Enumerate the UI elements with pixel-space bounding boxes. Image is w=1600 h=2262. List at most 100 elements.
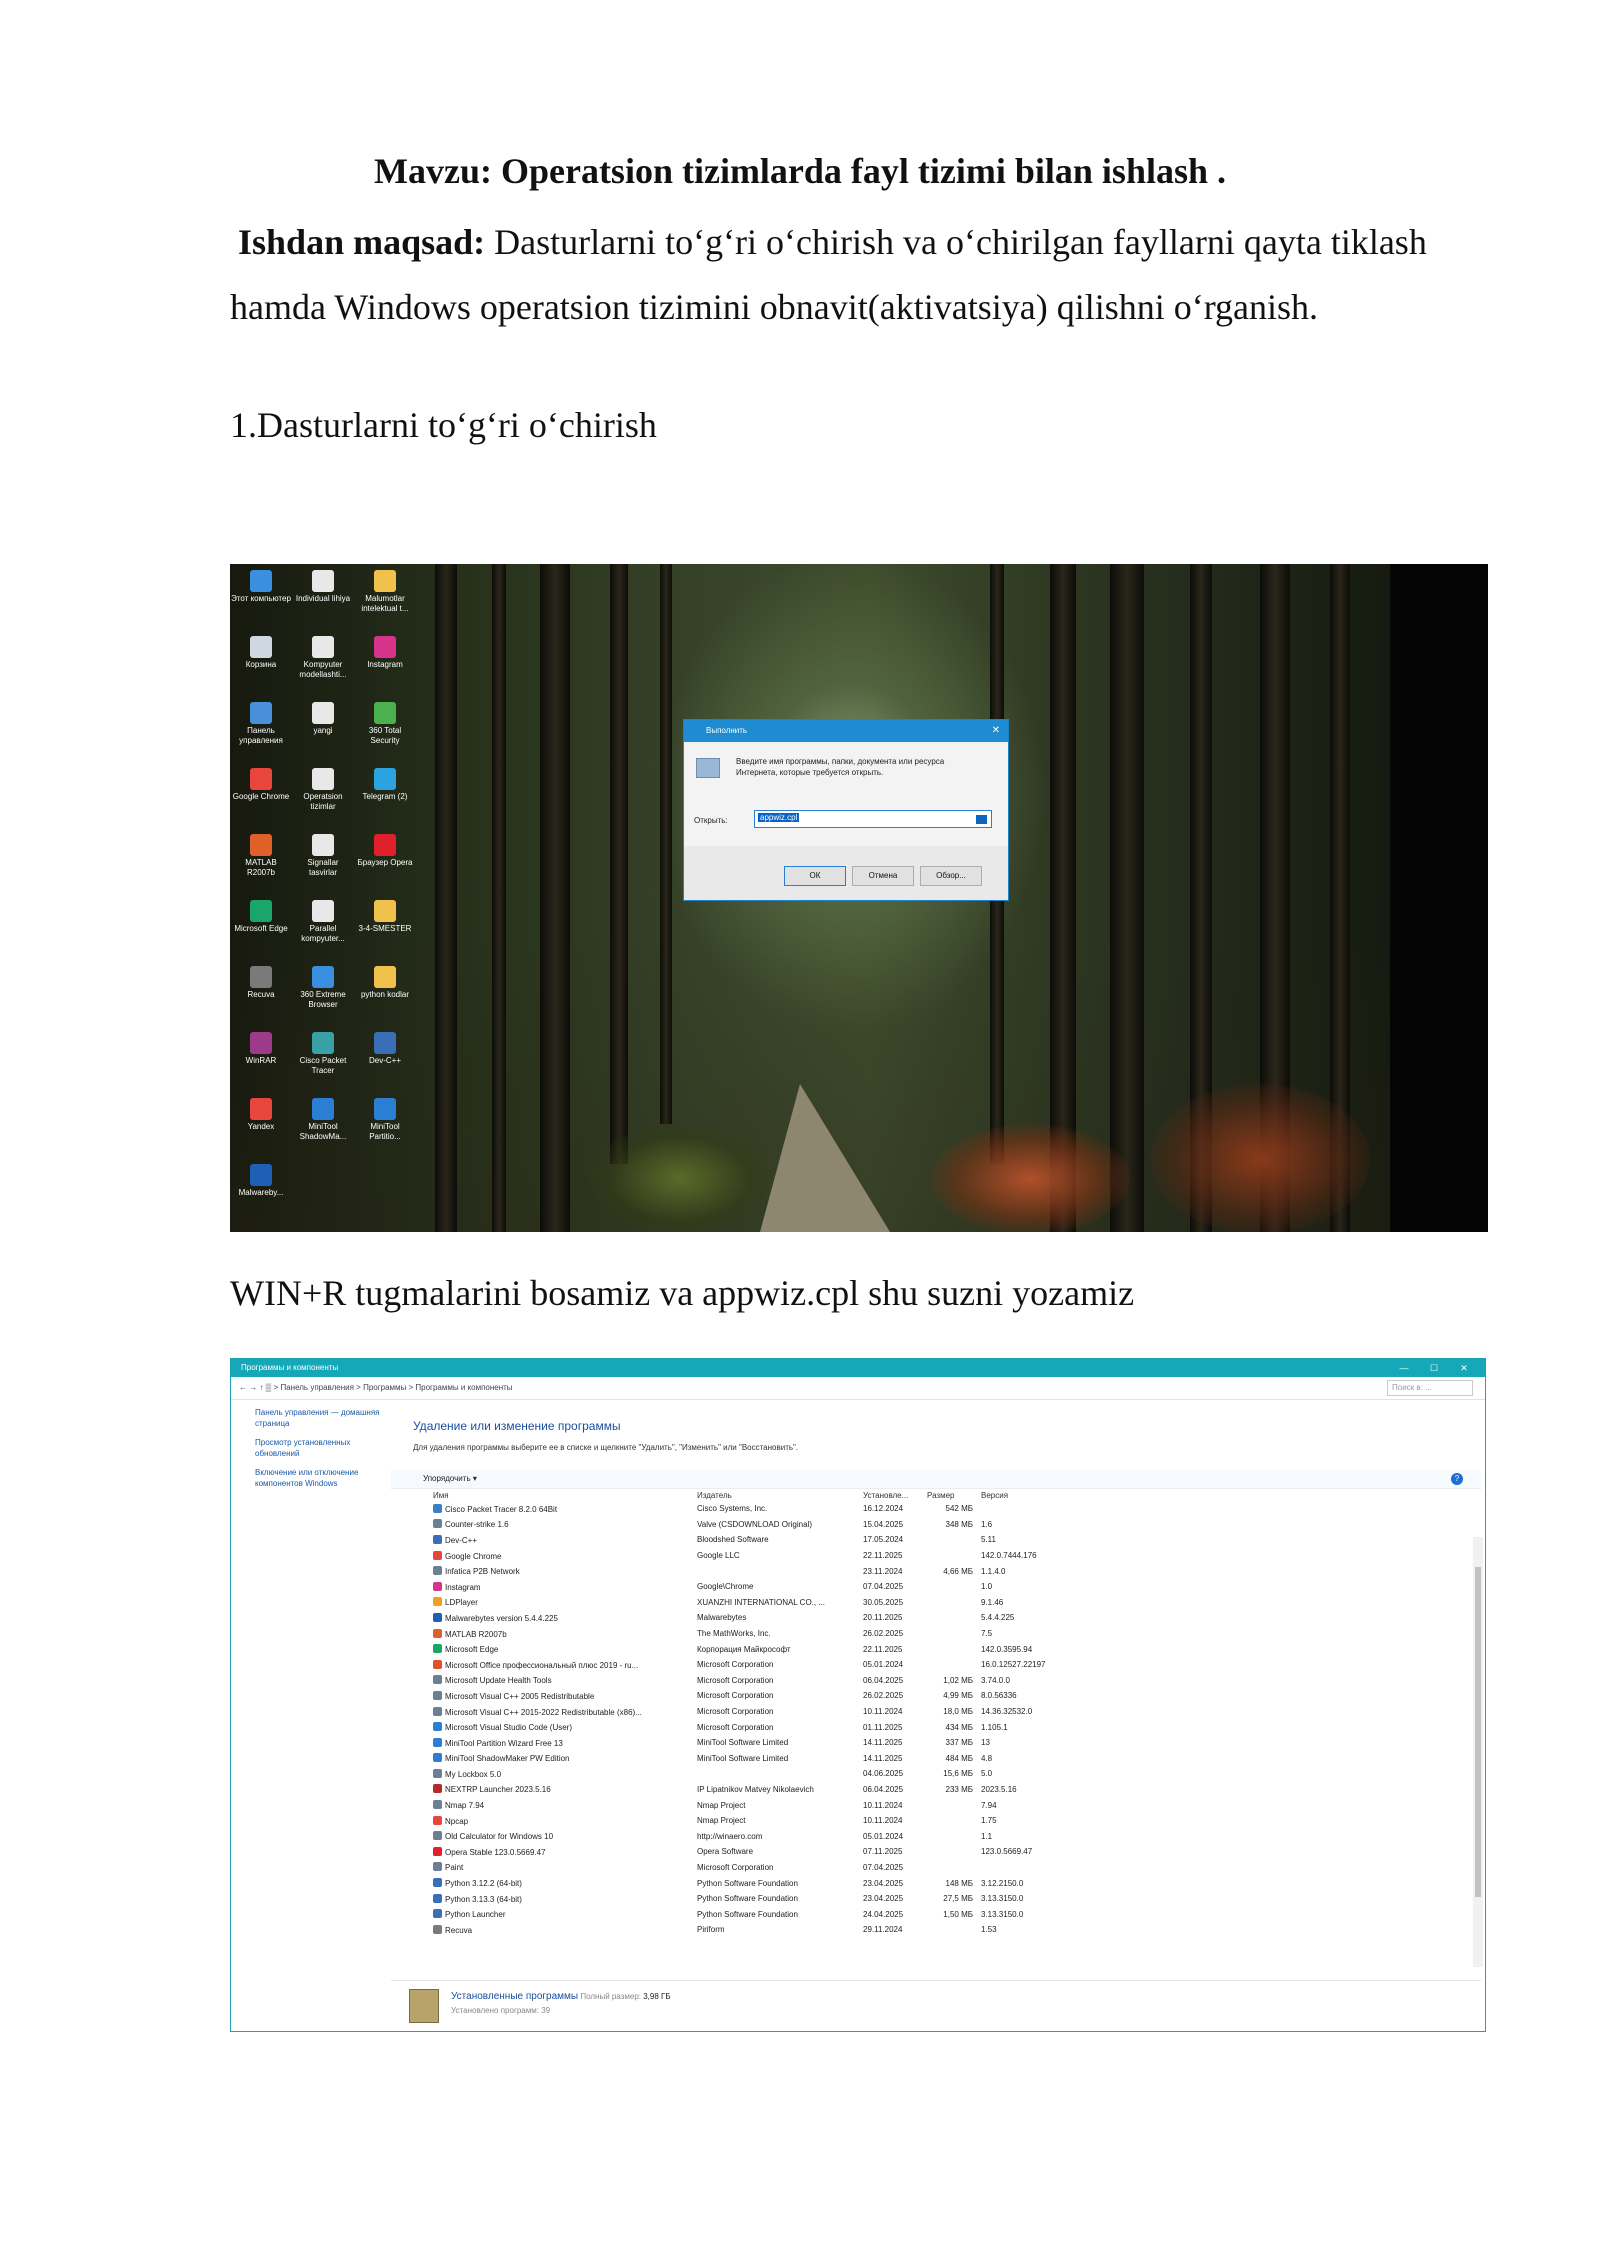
- desktop-icon[interactable]: Individual lihiya: [293, 570, 353, 604]
- table-row[interactable]: Cisco Packet Tracer 8.2.0 64Bit Cisco Sys…: [429, 1501, 1071, 1517]
- search-input[interactable]: Поиск в: ...: [1387, 1380, 1473, 1396]
- table-row[interactable]: NEXTRP Launcher 2023.5.16 IP Lipatnikov M…: [429, 1782, 1071, 1798]
- table-row[interactable]: MATLAB R2007b The MathWorks, Inc. 26.02.20…: [429, 1626, 1071, 1642]
- desktop-icon[interactable]: Telegram (2): [355, 768, 415, 802]
- column-size[interactable]: Размер: [923, 1489, 977, 1501]
- cell-name-text: Old Calculator for Windows 10: [445, 1832, 554, 1842]
- desktop-icon[interactable]: Recuva: [231, 966, 291, 1000]
- sidebar-item-features[interactable]: Включение или отключение компонентов Win…: [255, 1467, 391, 1489]
- desktop-icon[interactable]: 360 Total Security: [355, 702, 415, 746]
- desktop-icon[interactable]: Браузер Opera: [355, 834, 415, 868]
- table-row[interactable]: Nmap 7.94 Nmap Project 10.11.2024 7.94: [429, 1797, 1071, 1813]
- breadcrumb[interactable]: ← → ↑ ▒ > Панель управления > Программы …: [239, 1383, 513, 1392]
- desktop-icon[interactable]: Instagram: [355, 636, 415, 670]
- table-row[interactable]: Microsoft Visual Studio Code (User) Micro…: [429, 1719, 1071, 1735]
- desktop-icon[interactable]: 360 Extreme Browser: [293, 966, 353, 1010]
- table-row[interactable]: Instagram Google\Chrome 07.04.2025 1.0: [429, 1579, 1071, 1595]
- table-row[interactable]: Python 3.13.3 (64-bit) Python Software Fo…: [429, 1891, 1071, 1907]
- desktop-icon[interactable]: Этот компьютер: [231, 570, 291, 604]
- desktop-icon-label: Cisco Packet Tracer: [299, 1056, 347, 1075]
- address-bar[interactable]: ← → ↑ ▒ > Панель управления > Программы …: [231, 1377, 1485, 1400]
- table-row[interactable]: Microsoft Edge Корпорация Майкрософт 22.11…: [429, 1641, 1071, 1657]
- desktop-icon[interactable]: MiniTool ShadowMa...: [293, 1098, 353, 1142]
- desktop-icon[interactable]: Malumotlar intelektual t...: [355, 570, 415, 614]
- table-row[interactable]: Malwarebytes version 5.4.4.225 Malwarebyt…: [429, 1610, 1071, 1626]
- ok-button[interactable]: ОК: [784, 866, 846, 886]
- table-row[interactable]: LDPlayer XUANZHI INTERNATIONAL CO., ... 30…: [429, 1595, 1071, 1611]
- cell-name-text: Recuva: [445, 1925, 473, 1935]
- desktop-icon[interactable]: Malwareby...: [231, 1164, 291, 1198]
- cell-publisher-text: Microsoft Corporation: [697, 1660, 774, 1670]
- sidebar-item-home[interactable]: Панель управления — домашняя страница: [255, 1407, 391, 1429]
- window-controls: — ☐ ✕: [1389, 1359, 1479, 1377]
- desktop-icon[interactable]: WinRAR: [231, 1032, 291, 1066]
- cell-installed: 23.04.2025: [859, 1875, 923, 1891]
- cell-name: Infatica P2B Network: [429, 1563, 693, 1579]
- minimize-icon[interactable]: —: [1389, 1359, 1419, 1377]
- app-icon: [374, 900, 396, 922]
- table-row[interactable]: Google Chrome Google LLC 22.11.2025 142.0.7…: [429, 1548, 1071, 1564]
- run-input[interactable]: appwiz.cpl ⌄: [754, 810, 992, 828]
- table-row[interactable]: Opera Stable 123.0.5669.47 Opera Software…: [429, 1844, 1071, 1860]
- desktop-icon[interactable]: Корзина: [231, 636, 291, 670]
- column-version[interactable]: Версия: [977, 1489, 1071, 1501]
- table-row[interactable]: Paint Microsoft Corporation 07.04.2025: [429, 1860, 1071, 1876]
- cell-publisher: Python Software Foundation: [693, 1875, 859, 1891]
- scrollbar-thumb[interactable]: [1475, 1567, 1481, 1897]
- table-row[interactable]: Microsoft Office профессиональный плюс 2…: [429, 1657, 1071, 1673]
- table-row[interactable]: Python 3.12.2 (64-bit) Python Software Fo…: [429, 1875, 1071, 1891]
- table-row[interactable]: Old Calculator for Windows 10 http://wina…: [429, 1828, 1071, 1844]
- cell-size-text: 15,6 МБ: [943, 1769, 973, 1779]
- goal-paragraph: Ishdan maqsad: Dasturlarni to‘g‘ri o‘chi…: [238, 210, 1518, 274]
- cell-size: 27,5 МБ: [923, 1891, 977, 1907]
- sidebar-item-updates[interactable]: Просмотр установленных обновлений: [255, 1437, 391, 1459]
- table-row[interactable]: Counter-strike 1.6 Valve (CSDOWNLOAD Orig…: [429, 1517, 1071, 1533]
- chevron-down-icon[interactable]: ⌄: [976, 815, 987, 824]
- close-icon[interactable]: ✕: [1449, 1359, 1479, 1377]
- desktop-icon[interactable]: 3-4-SMESTER: [355, 900, 415, 934]
- table-row[interactable]: Dev-C++ Bloodshed Software 17.05.2024 5.11: [429, 1532, 1071, 1548]
- cell-version: 142.0.3595.94: [977, 1641, 1071, 1657]
- desktop-icon[interactable]: python kodlar: [355, 966, 415, 1000]
- desktop-icon[interactable]: MiniTool Partitio...: [355, 1098, 415, 1142]
- table-row[interactable]: MiniTool Partition Wizard Free 13 MiniToo…: [429, 1735, 1071, 1751]
- desktop-icon[interactable]: yangi: [293, 702, 353, 736]
- desktop-icon[interactable]: Microsoft Edge: [231, 900, 291, 934]
- desktop-icon[interactable]: Dev-C++: [355, 1032, 415, 1066]
- program-icon: [433, 1690, 442, 1700]
- close-icon[interactable]: ✕: [992, 720, 1000, 742]
- table-row[interactable]: Microsoft Visual C++ 2015-2022 Redistrib…: [429, 1704, 1071, 1720]
- browse-button[interactable]: Обзор...: [920, 866, 982, 886]
- help-icon[interactable]: ?: [1451, 1473, 1463, 1485]
- table-row[interactable]: MiniTool ShadowMaker PW Edition MiniTool …: [429, 1751, 1071, 1767]
- desktop-icon[interactable]: Cisco Packet Tracer: [293, 1032, 353, 1076]
- table-row[interactable]: Npcap Nmap Project 10.11.2024 1.75: [429, 1813, 1071, 1829]
- table-row[interactable]: Microsoft Visual C++ 2005 Redistributabl…: [429, 1688, 1071, 1704]
- desktop-icon[interactable]: Parallel kompyuter...: [293, 900, 353, 944]
- column-publisher[interactable]: Издатель: [693, 1489, 859, 1501]
- cell-publisher-text: XUANZHI INTERNATIONAL CO., ...: [697, 1597, 826, 1607]
- cell-version: 7.94: [977, 1797, 1071, 1813]
- desktop-icon[interactable]: Панель управления: [231, 702, 291, 746]
- cell-version-text: 1.53: [981, 1925, 997, 1935]
- column-name[interactable]: Имя: [429, 1489, 693, 1501]
- desktop-icon[interactable]: Signallar tasvirlar: [293, 834, 353, 878]
- table-row[interactable]: Recuva Piriform 29.11.2024 1.53: [429, 1922, 1071, 1938]
- desktop-icon[interactable]: MATLAB R2007b: [231, 834, 291, 878]
- desktop-icon[interactable]: Kompyuter modellashti...: [293, 636, 353, 680]
- organize-button[interactable]: Упорядочить ▾: [423, 1474, 477, 1483]
- desktop-icon[interactable]: Google Chrome: [231, 768, 291, 802]
- column-installed[interactable]: Установле...: [859, 1489, 923, 1501]
- maximize-icon[interactable]: ☐: [1419, 1359, 1449, 1377]
- table-row[interactable]: Python Launcher Python Software Foundatio…: [429, 1906, 1071, 1922]
- table-row[interactable]: Infatica P2B Network 23.11.2024 4,66 МБ 1.1…: [429, 1563, 1071, 1579]
- scrollbar[interactable]: [1473, 1537, 1483, 1967]
- desktop-icon[interactable]: Operatsion tizimlar: [293, 768, 353, 812]
- cell-installed: 22.11.2025: [859, 1548, 923, 1564]
- table-row[interactable]: Microsoft Update Health Tools Microsoft C…: [429, 1673, 1071, 1689]
- cell-publisher-text: Google\Chrome: [697, 1582, 754, 1592]
- desktop-screenshot: Этот компьютер Individual lihiya Malumotla…: [230, 564, 1488, 1232]
- table-row[interactable]: My Lockbox 5.0 04.06.2025 15,6 МБ 5.0: [429, 1766, 1071, 1782]
- desktop-icon[interactable]: Yandex: [231, 1098, 291, 1132]
- cancel-button[interactable]: Отмена: [852, 866, 914, 886]
